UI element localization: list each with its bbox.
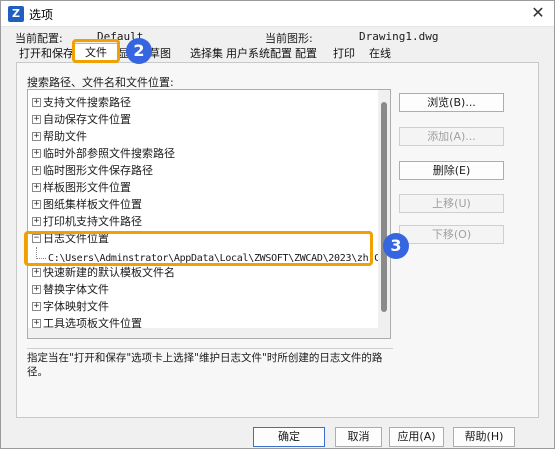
expand-plus-icon[interactable]: + bbox=[32, 183, 41, 192]
zwcad-app-icon: Z bbox=[8, 6, 24, 22]
move-up-button[interactable]: 上移(U) bbox=[399, 194, 504, 213]
expand-plus-icon[interactable]: + bbox=[32, 319, 41, 328]
tab-user-preferences[interactable]: 用户系统配置 bbox=[226, 45, 292, 62]
expand-plus-icon[interactable]: + bbox=[32, 200, 41, 209]
callout-badge-3: 3 bbox=[383, 233, 409, 259]
expand-plus-icon[interactable]: + bbox=[32, 98, 41, 107]
options-dialog: Z 选项 ✕ 当前配置: Default 当前图形: Drawing1.dwg … bbox=[0, 0, 555, 449]
expand-plus-icon[interactable]: + bbox=[32, 268, 41, 277]
current-drawing-value: Drawing1.dwg bbox=[359, 30, 439, 43]
tab-profiles[interactable]: 配置 bbox=[295, 45, 317, 62]
expand-plus-icon[interactable]: + bbox=[32, 166, 41, 175]
move-down-button[interactable]: 下移(O) bbox=[399, 225, 504, 244]
section-label: 搜索路径、文件名和文件位置: bbox=[27, 76, 174, 89]
scrollbar-thumb[interactable] bbox=[381, 102, 387, 312]
title-bar: Z 选项 ✕ bbox=[1, 1, 554, 27]
callout-highlight-files-tab bbox=[72, 39, 120, 63]
ok-button[interactable]: 确定 bbox=[253, 427, 325, 447]
expand-plus-icon[interactable]: + bbox=[32, 302, 41, 311]
file-location-tree[interactable]: + 支持文件搜索路径 + 自动保存文件位置 + 帮助文件 + 临时外部参照文件搜索路径 … bbox=[27, 89, 391, 339]
callout-highlight-log-file-location bbox=[24, 231, 373, 266]
tab-open-save[interactable]: 打开和保存 bbox=[19, 45, 74, 62]
tree-vertical-scrollbar[interactable] bbox=[378, 90, 390, 338]
description-divider bbox=[27, 348, 393, 349]
tab-online[interactable]: 在线 bbox=[369, 45, 391, 62]
tab-drafting[interactable]: 草图 bbox=[149, 45, 171, 62]
help-button[interactable]: 帮助(H) bbox=[453, 427, 515, 447]
current-config-label: 当前配置: bbox=[15, 32, 63, 45]
expand-plus-icon[interactable]: + bbox=[32, 217, 41, 226]
current-drawing-label: 当前图形: bbox=[265, 32, 313, 45]
expand-plus-icon[interactable]: + bbox=[32, 132, 41, 141]
expand-plus-icon[interactable]: + bbox=[32, 285, 41, 294]
window-title: 选项 bbox=[29, 8, 54, 22]
description-text: 指定当在"打开和保存"选项卡上选择"维护日志文件"时所创建的日志文件的路径。 bbox=[27, 352, 383, 378]
cancel-button[interactable]: 取消 bbox=[335, 427, 382, 447]
tab-selection[interactable]: 选择集 bbox=[190, 45, 223, 62]
add-button[interactable]: 添加(A)... bbox=[399, 127, 504, 146]
tab-plot[interactable]: 打印 bbox=[333, 45, 355, 62]
delete-button[interactable]: 删除(E) bbox=[399, 161, 504, 180]
close-button[interactable]: ✕ bbox=[524, 2, 552, 24]
apply-button[interactable]: 应用(A) bbox=[389, 427, 444, 447]
browse-button[interactable]: 浏览(B)... bbox=[399, 93, 504, 112]
expand-plus-icon[interactable]: + bbox=[32, 115, 41, 124]
tree-horizontal-scrollbar[interactable] bbox=[28, 328, 378, 338]
callout-badge-2: 2 bbox=[126, 38, 152, 64]
expand-plus-icon[interactable]: + bbox=[32, 149, 41, 158]
